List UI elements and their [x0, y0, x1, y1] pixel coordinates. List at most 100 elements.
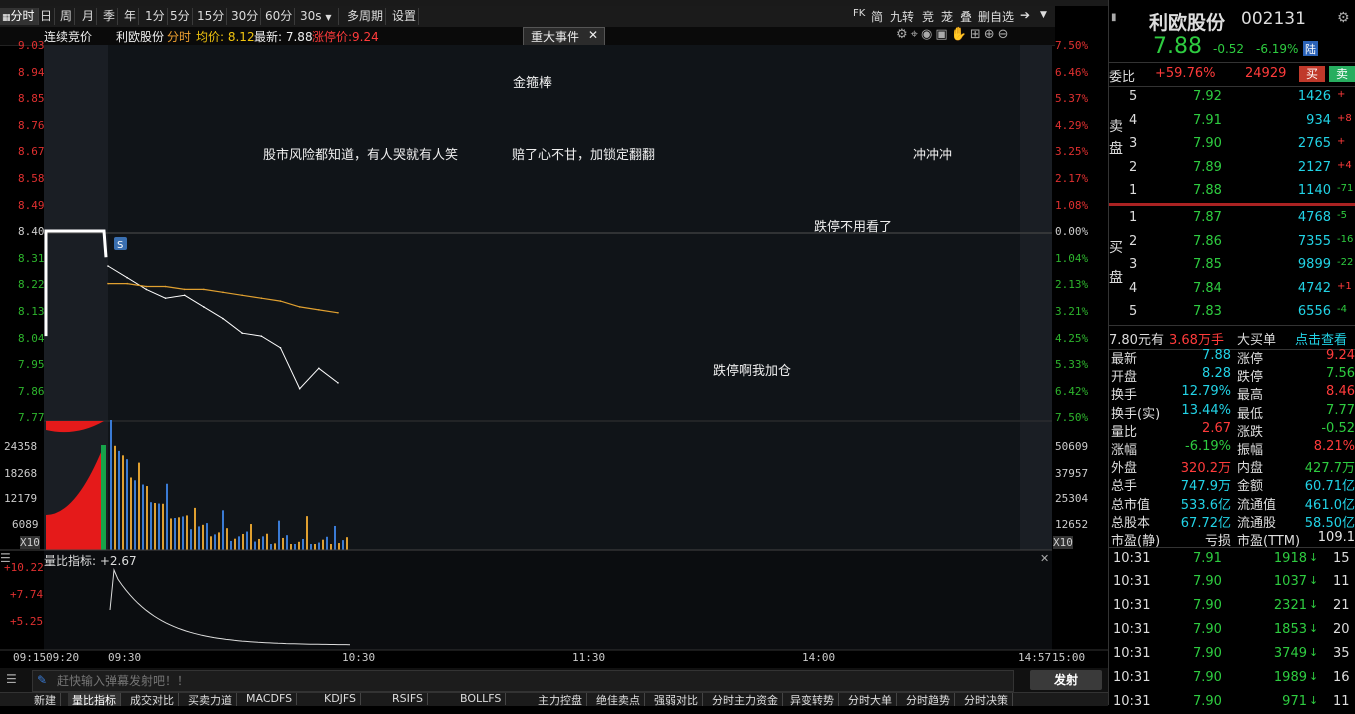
send-button[interactable]: 发射 — [1030, 670, 1102, 690]
vol-scale-right[interactable]: X10 — [1053, 536, 1073, 549]
book-row[interactable]: 4 7.84 4742 +1 — [1109, 278, 1355, 301]
book-row[interactable]: 3 7.85 9899 -22 — [1109, 254, 1355, 277]
current-price: 7.88 — [1153, 34, 1202, 59]
indicator-tab[interactable]: 分时决策 — [960, 693, 1013, 706]
indicator-tab[interactable]: 买卖力道 — [184, 693, 237, 706]
tool-fk[interactable]: FK — [853, 8, 865, 19]
pin-icon[interactable]: ⌖ — [911, 27, 921, 42]
tool-auction[interactable]: 竞 — [922, 8, 934, 25]
gear-icon[interactable]: ⚙ — [896, 27, 911, 42]
arrow-right-icon[interactable]: ➔ — [1020, 8, 1030, 22]
tool-mao[interactable]: 茏 — [941, 8, 953, 25]
indicator-tab[interactable]: 分时主力资金 — [708, 693, 783, 706]
indicator-tab[interactable]: RSIFS — [388, 693, 428, 705]
period-15min[interactable]: 15分 — [195, 8, 228, 25]
big-order-row[interactable]: 7.80元有 3.68万手 大买单 点击查看 — [1109, 325, 1355, 350]
book-row[interactable]: 4 7.91 934 +8 — [1109, 110, 1355, 133]
period-timeshare[interactable]: ▦分时 — [0, 8, 39, 25]
latest-price-point — [279, 347, 282, 349]
price-tick: 8.04 — [18, 331, 45, 345]
vol-scale-left[interactable]: X10 — [20, 536, 40, 549]
period-day[interactable]: 日 — [38, 8, 56, 25]
close-icon[interactable]: ✕ — [1040, 552, 1049, 565]
indicator-tab[interactable]: 强弱对比 — [650, 693, 703, 706]
period-multi[interactable]: 多周期 — [345, 8, 387, 25]
stock-code: 002131 — [1241, 9, 1306, 29]
period-1min[interactable]: 1分 — [143, 8, 168, 25]
price-panel-bg — [108, 45, 1020, 550]
indicator-tab[interactable]: 成交对比 — [126, 693, 179, 706]
stat-value: 533.6亿 — [1180, 497, 1231, 513]
indicator-tab[interactable]: 量比指标 — [68, 693, 121, 706]
down-arrow-icon: ↓ — [1309, 694, 1319, 707]
down-arrow-icon: ↓ — [1309, 574, 1319, 587]
indicator-tab[interactable]: MACDFS — [242, 693, 298, 705]
indicator-tab[interactable]: 分时趋势 — [902, 693, 955, 706]
period-settings[interactable]: 设置 — [390, 8, 420, 25]
danmaku-2: 股市风险都知道，有人哭就有人笑 — [263, 148, 459, 163]
period-month[interactable]: 月 — [80, 8, 98, 25]
danmaku-input[interactable] — [55, 671, 1009, 691]
volume-bar — [230, 540, 232, 550]
zoom-out-icon[interactable]: ⊖ — [998, 27, 1012, 42]
tick-price: 7.90 — [1193, 694, 1222, 709]
indicator-tab[interactable]: BOLLFS — [456, 693, 507, 705]
price-tick: 8.58 — [18, 172, 45, 185]
volume-bar — [118, 450, 120, 550]
book-row[interactable]: 1 7.87 4768 -5 — [1109, 207, 1355, 230]
book-row[interactable]: 3 7.90 2765 + — [1109, 133, 1355, 156]
tick-row: 10:31 7.90 1037 ↓ 11 — [1109, 571, 1355, 594]
pct-tick: 6.46% — [1055, 65, 1089, 79]
tick-volume: 2321 — [1273, 598, 1307, 613]
period-week[interactable]: 周 — [58, 8, 76, 25]
volume-bar — [330, 544, 332, 550]
gear-icon[interactable]: ⚙ — [1337, 10, 1350, 26]
period-year[interactable]: 年 — [122, 8, 140, 25]
danmaku-input-box[interactable]: ✎ — [32, 670, 1014, 692]
box-icon[interactable]: ▣ — [935, 27, 950, 42]
volume-bar — [258, 538, 260, 550]
indicator-tab[interactable]: 分时大单 — [844, 693, 897, 706]
sell-button[interactable]: 卖 — [1329, 66, 1355, 82]
down-arrow-icon: ↓ — [1309, 646, 1319, 659]
hand-icon[interactable]: ✋ — [951, 27, 970, 42]
major-event-tab[interactable]: 重大事件 ✕ — [523, 27, 605, 46]
period-5min[interactable]: 5分 — [168, 8, 193, 25]
volume-bar — [222, 510, 224, 550]
eye-icon[interactable]: ◉ — [921, 27, 935, 42]
volume-bar — [342, 540, 344, 550]
big-order-link[interactable]: 点击查看 — [1295, 329, 1347, 348]
indicator-tabs: 新建 量比指标 成交对比 买卖力道 MACDFS KDJFS RSIFS BOLLFS 主力控盘… — [0, 692, 1108, 706]
book-level: 2 — [1129, 159, 1138, 175]
close-icon[interactable]: ✕ — [588, 28, 598, 42]
list-icon[interactable]: ☰ — [6, 672, 17, 686]
zoom-in-icon[interactable]: ⊕ — [984, 27, 998, 42]
book-row[interactable]: 5 7.92 1426 + — [1109, 86, 1355, 109]
tool-delete-watchlist[interactable]: 删自选 — [978, 8, 1014, 25]
buy-button[interactable]: 买 — [1299, 66, 1325, 82]
book-row[interactable]: 1 7.88 1140 -71 — [1109, 180, 1355, 203]
indicator-tab[interactable]: KDJFS — [320, 693, 362, 705]
tool-simple[interactable]: 简 — [871, 8, 883, 25]
tool-nine-turn[interactable]: 九转 — [890, 8, 914, 25]
indicator-tab[interactable]: 绝佳卖点 — [592, 693, 645, 706]
price-tick: 9.03 — [18, 39, 45, 52]
grid-icon[interactable]: ⊞ — [970, 27, 984, 42]
indicator-tab[interactable]: 新建 — [30, 693, 61, 706]
book-row[interactable]: 2 7.86 7355 -16 — [1109, 231, 1355, 254]
volume-bar — [234, 538, 236, 550]
tool-overlay[interactable]: 叠 — [960, 8, 972, 25]
menu-icon[interactable]: ▮ — [1111, 12, 1117, 23]
stat-value: 427.7万 — [1304, 461, 1355, 477]
period-30min[interactable]: 30分 — [229, 8, 262, 25]
chevron-down-icon[interactable]: ▼ — [1040, 10, 1047, 20]
ratio-indicator-label[interactable]: 量比指标: +2.67 — [44, 552, 137, 569]
period-30s[interactable]: 30s ▼ — [298, 8, 339, 25]
avg-price-point — [318, 309, 320, 311]
book-row[interactable]: 5 7.83 6556 -4 — [1109, 301, 1355, 324]
indicator-tab[interactable]: 主力控盘 — [534, 693, 587, 706]
period-quarter[interactable]: 季 — [101, 8, 119, 25]
period-60min[interactable]: 60分 — [263, 8, 296, 25]
indicator-tab[interactable]: 异变转势 — [786, 693, 839, 706]
book-row[interactable]: 2 7.89 2127 +4 — [1109, 157, 1355, 180]
